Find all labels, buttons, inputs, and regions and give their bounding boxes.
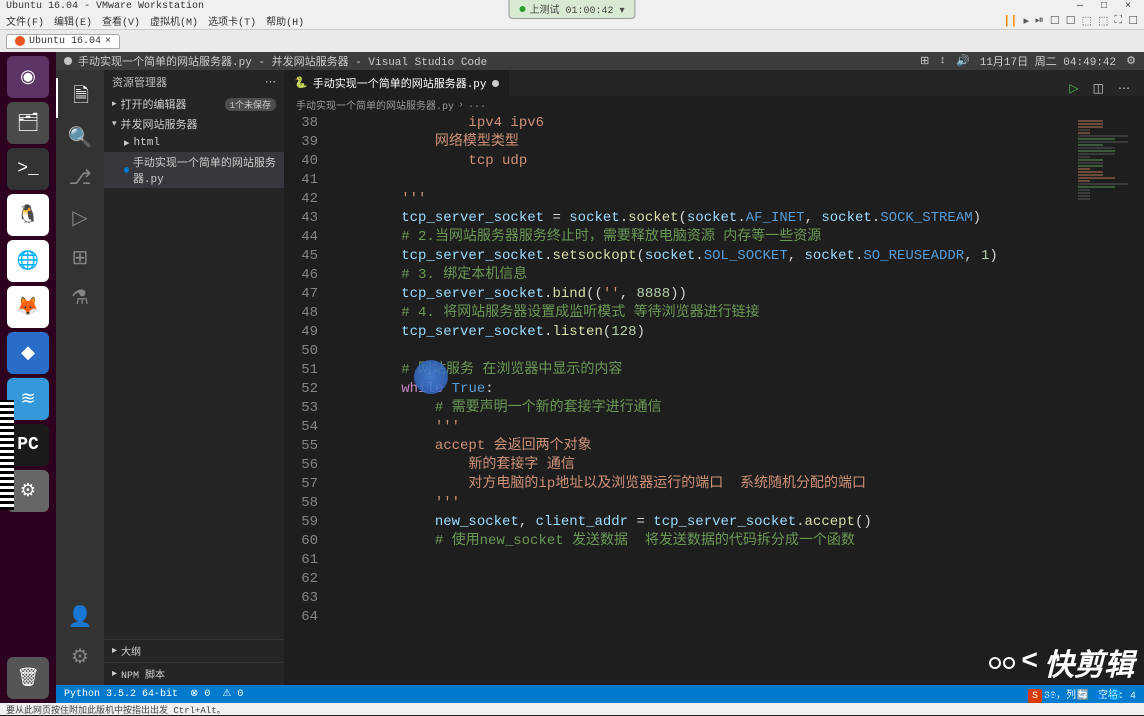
npm-section[interactable]: ▸ NPM 脚本 (104, 662, 284, 685)
sidebar-title: 资源管理器 (112, 74, 167, 90)
statusbar: Python 3.5.2 64-bit ⊗ 0 ⚠ 0 行 30，列 5 空格:… (56, 685, 1144, 703)
toolbar-icon[interactable]: ☐ (1050, 14, 1060, 28)
split-icon[interactable]: ◫ (1093, 81, 1104, 96)
snapshot-icon[interactable]: ⏯ (1035, 15, 1044, 27)
activity-search[interactable]: 🔍 (56, 118, 104, 158)
menu-file[interactable]: 文件(F) (6, 13, 44, 29)
tray-icon[interactable]: 🔄 (1076, 689, 1090, 703)
datetime[interactable]: 11月17日 周二 04:49:42 (980, 53, 1116, 69)
close-icon[interactable]: × (105, 36, 111, 47)
tray-icon[interactable]: ☼ (1060, 689, 1074, 703)
menu-edit[interactable]: 编辑(E) (54, 13, 92, 29)
outline-section[interactable]: ▸ 大纲 (104, 639, 284, 662)
recorder-icon[interactable]: ⊞ (920, 54, 929, 68)
tray-ime-icon[interactable]: 中 (1044, 689, 1058, 703)
python-file-icon (124, 167, 129, 173)
toolbar-icon[interactable]: ☐ (1128, 14, 1138, 28)
activity-debug[interactable]: ▷ (56, 198, 104, 238)
sidebar: 资源管理器 ⋯ ▸ 打开的编辑器 1个未保存 ▾ 并发网站服务器 ▸ html (104, 70, 284, 685)
more-icon[interactable]: ⋯ (265, 75, 276, 89)
status-errors[interactable]: ⊗ 0 (190, 688, 210, 700)
vm-tabbar: Ubuntu 16.04 × (0, 30, 1144, 52)
menu-vm[interactable]: 虚拟机(M) (150, 13, 198, 29)
activity-account[interactable]: 👤 (56, 597, 104, 637)
unity-launcher: ◉ 🗂 >_ 🐧 🌐 🦊 ◆ ≋ PC ⚙ 🗑 (0, 52, 56, 703)
editor-area: 🐍 手动实现一个简单的网站服务器.py ▷ ◫ ⋯ 手动实现一个简单的网站服务器… (284, 70, 1144, 685)
activity-extensions[interactable]: ⊞ (56, 238, 104, 278)
run-icon[interactable]: ▷ (1069, 81, 1078, 96)
editor-tabs: 🐍 手动实现一个简单的网站服务器.py ▷ ◫ ⋯ (284, 70, 1144, 96)
tray-icon[interactable]: ⊞ (1092, 689, 1106, 703)
breadcrumb[interactable]: 手动实现一个简单的网站服务器.py › ... (284, 96, 1144, 114)
file-item[interactable]: 手动实现一个简单的网站服务器.py (104, 152, 284, 188)
vmware-title: Ubuntu 16.04 - VMware Workstation (6, 1, 204, 12)
launcher-chrome[interactable]: 🌐 (7, 240, 49, 282)
tray-icon[interactable]: ⬚ (1124, 689, 1138, 703)
vmware-footer: 要从此网页按住附加此版机中按指出出发 Ctrl+Alt。 (0, 703, 1144, 715)
launcher-trash[interactable]: 🗑 (7, 657, 49, 699)
activity-test[interactable]: ⚗ (56, 278, 104, 318)
launcher-dash[interactable]: ◉ (7, 56, 49, 98)
launcher-firefox[interactable]: 🦊 (7, 286, 49, 328)
activity-scm[interactable]: ⎇ (56, 158, 104, 198)
more-icon[interactable]: ⋯ (1118, 81, 1130, 96)
qr-code-fragment (0, 400, 14, 510)
min-button[interactable]: — (1070, 1, 1090, 12)
pause-icon[interactable]: || (1003, 14, 1017, 28)
status-python[interactable]: Python 3.5.2 64-bit (64, 689, 178, 700)
ubuntu-icon (15, 36, 25, 46)
tray-icon[interactable]: 🌐 (1108, 689, 1122, 703)
toolbar-icon[interactable]: ⬚ (1082, 14, 1092, 28)
code-editor[interactable]: 3839404142434445464748495051525354555657… (284, 114, 1144, 685)
minimap[interactable] (1074, 114, 1144, 685)
power-icon[interactable]: ⚙ (1126, 54, 1136, 68)
editor-tab[interactable]: 🐍 手动实现一个简单的网站服务器.py (284, 70, 509, 96)
vscode-titlebar: 手动实现一个简单的网站服务器.py - 并发网站服务器 - Visual Stu… (56, 52, 1144, 70)
activity-explorer[interactable]: 🗎 (56, 78, 104, 118)
menu-tabs[interactable]: 选项卡(T) (208, 13, 256, 29)
menu-view[interactable]: 查看(V) (102, 13, 140, 29)
windows-tray: S 中 ☼ 🔄 ⊞ 🌐 ⬚ (1028, 689, 1138, 703)
toolbar-icon[interactable]: ⬚ (1098, 14, 1108, 28)
menu-help[interactable]: 帮助(H) (266, 13, 304, 29)
vm-tab[interactable]: Ubuntu 16.04 × (6, 34, 120, 49)
status-warnings[interactable]: ⚠ 0 (222, 688, 243, 700)
network-icon[interactable]: ↕ (939, 55, 946, 67)
toolbar-icon[interactable]: ☐ (1066, 14, 1076, 28)
max-button[interactable]: □ (1094, 1, 1114, 12)
modified-dot-icon (64, 57, 72, 65)
launcher-files[interactable]: 🗂 (7, 102, 49, 144)
volume-icon[interactable]: 🔊 (956, 54, 970, 68)
activity-bar: 🗎 🔍 ⎇ ▷ ⊞ ⚗ 👤 ⚙ (56, 70, 104, 685)
tray-icon[interactable]: S (1028, 689, 1042, 703)
folder-html[interactable]: ▸ html (104, 134, 284, 152)
python-file-icon: 🐍 (294, 76, 308, 90)
open-editors-section[interactable]: ▸ 打开的编辑器 1个未保存 (104, 94, 284, 114)
launcher-app[interactable]: ◆ (7, 332, 49, 374)
recording-indicator[interactable]: 上测试 01:00:42 ▾ (508, 0, 635, 19)
window-title: 手动实现一个简单的网站服务器.py - 并发网站服务器 - Visual Stu… (78, 53, 487, 69)
project-section[interactable]: ▾ 并发网站服务器 (104, 114, 284, 134)
launcher-terminal[interactable]: >_ (7, 148, 49, 190)
activity-settings[interactable]: ⚙ (56, 637, 104, 677)
close-button[interactable]: × (1118, 1, 1138, 12)
fullscreen-icon[interactable]: ⛶ (1114, 15, 1122, 27)
modified-dot-icon (492, 80, 499, 87)
launcher-qq[interactable]: 🐧 (7, 194, 49, 236)
power-icon[interactable]: ▸ (1024, 14, 1030, 28)
